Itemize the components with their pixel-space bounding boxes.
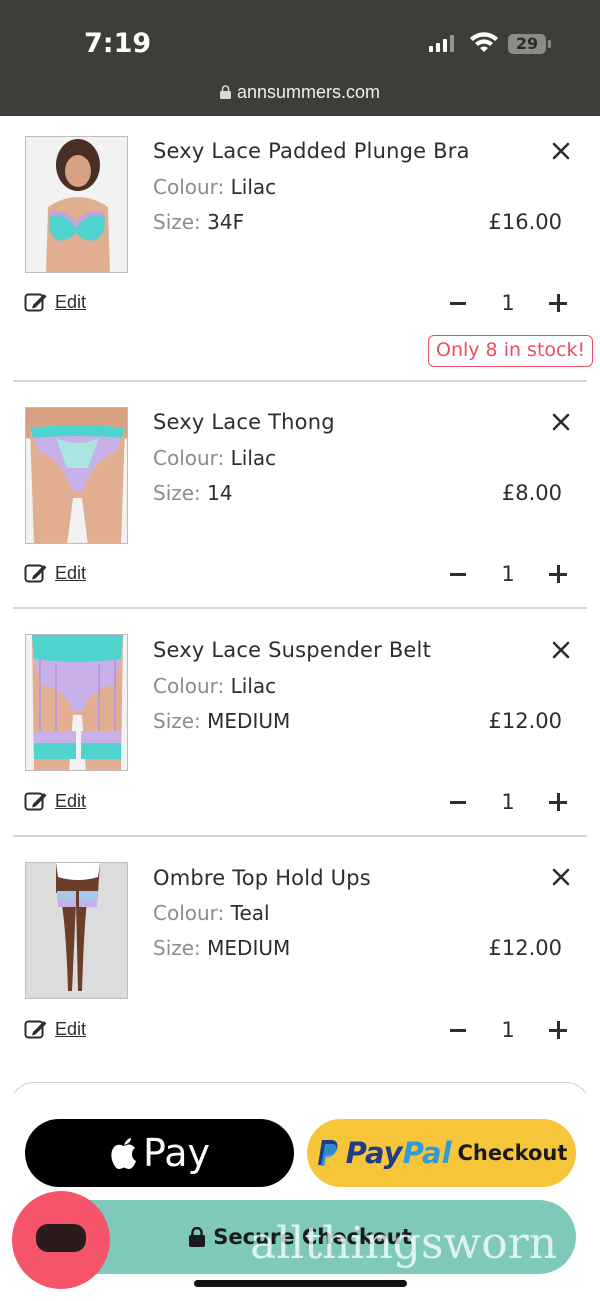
increase-quantity-button[interactable] <box>549 1018 567 1042</box>
decrease-quantity-button[interactable] <box>450 1029 466 1032</box>
lock-icon <box>189 1227 206 1247</box>
chat-button[interactable] <box>12 1191 110 1289</box>
apple-pay-label: Pay <box>143 1131 210 1175</box>
product-size: Size: MEDIUM <box>153 936 291 960</box>
apple-icon <box>111 1138 136 1169</box>
quantity-value: 1 <box>501 1018 515 1042</box>
chat-icon <box>36 1224 86 1252</box>
product-image[interactable] <box>25 862 128 999</box>
paypal-icon <box>317 1140 338 1166</box>
paypal-checkout-button[interactable]: PayPal Checkout <box>307 1119 576 1187</box>
watermark-text: allthingsworn <box>250 1218 558 1269</box>
apple-pay-button[interactable]: Pay <box>25 1119 294 1187</box>
cart-item: Ombre Top Hold Ups Colour: Teal Size: ME… <box>0 0 600 1060</box>
edit-label: Edit <box>55 1018 87 1039</box>
home-indicator <box>194 1280 407 1287</box>
product-colour: Colour: Teal <box>153 901 270 925</box>
product-price: £12.00 <box>488 936 562 960</box>
remove-item-icon[interactable] <box>551 867 571 887</box>
paypal-checkout-label: Checkout <box>457 1141 568 1165</box>
edit-icon <box>24 1020 47 1039</box>
paypal-logo: PayPal <box>345 1136 452 1170</box>
product-name[interactable]: Ombre Top Hold Ups <box>153 866 371 890</box>
quantity-stepper: 1 <box>446 1018 574 1042</box>
edit-link[interactable]: Edit <box>24 1018 86 1040</box>
